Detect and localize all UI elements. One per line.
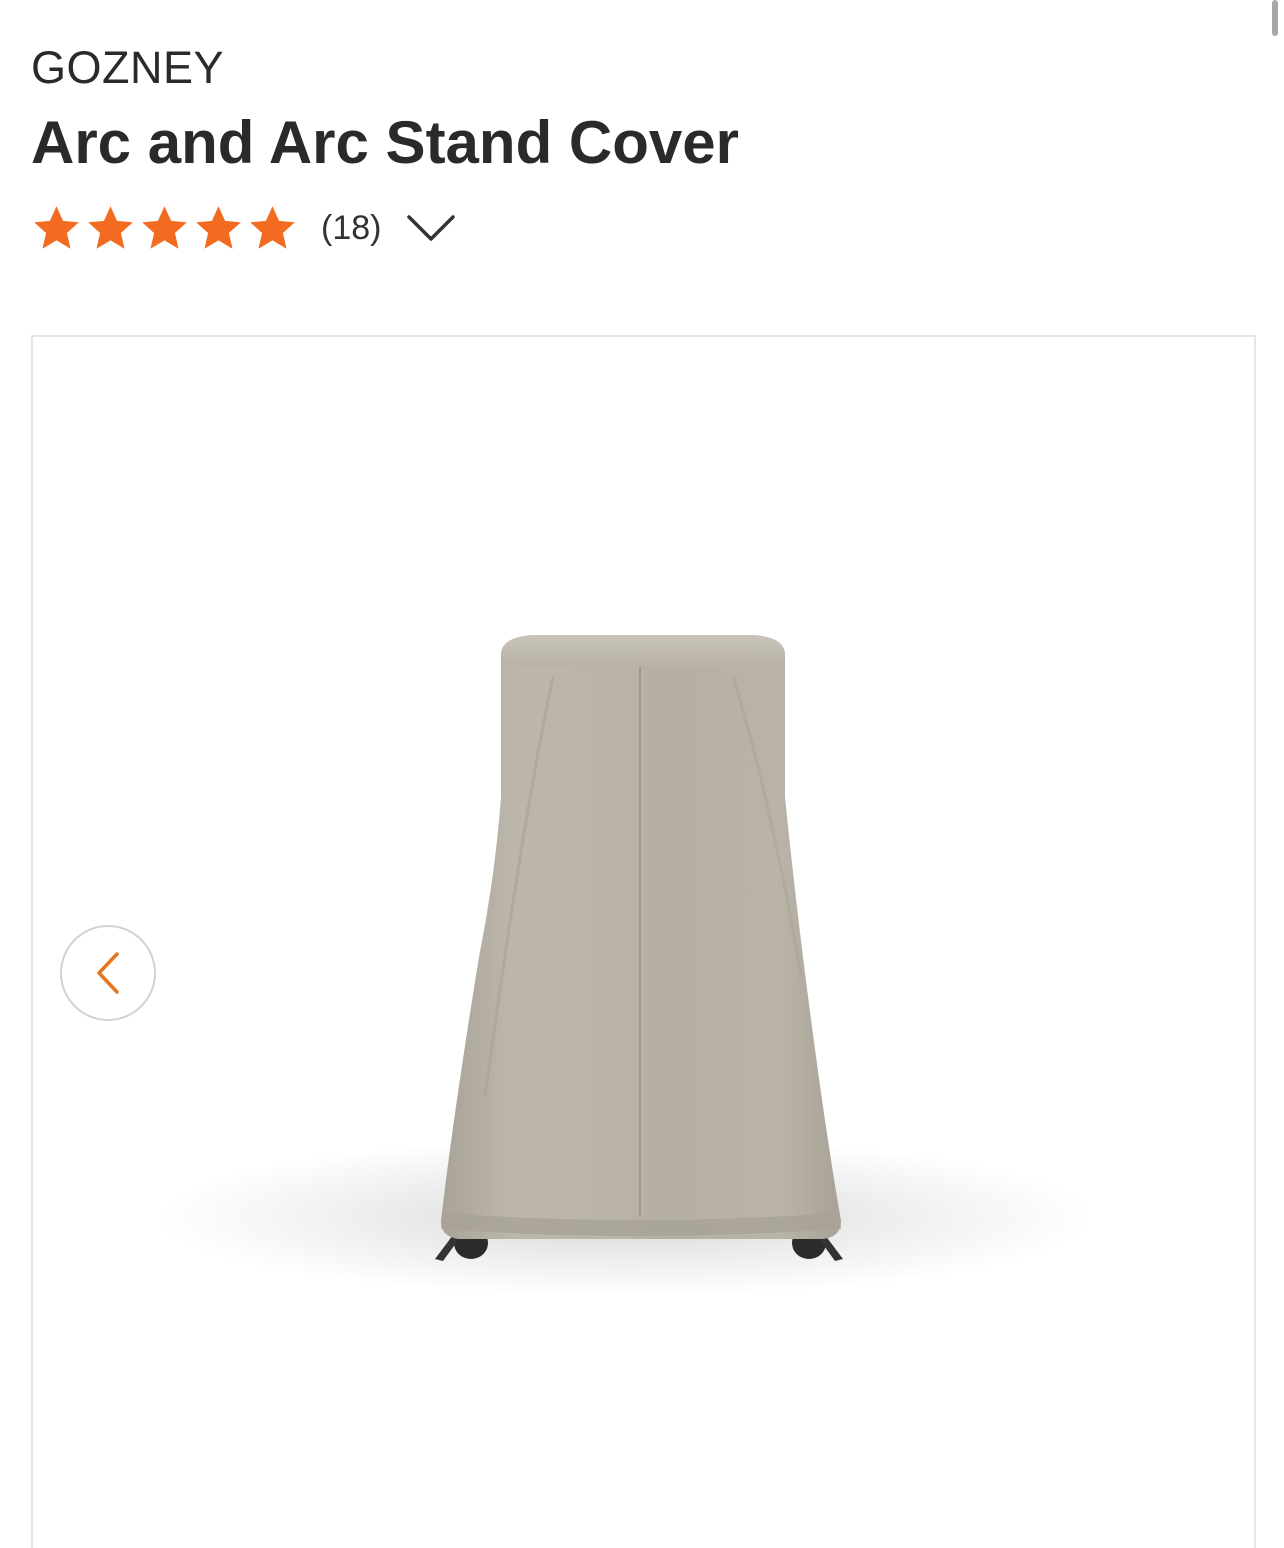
star-icon: [34, 205, 79, 249]
chevron-left-icon: [97, 952, 119, 994]
product-title: Arc and Arc Stand Cover: [31, 109, 739, 176]
rating-row: (18): [31, 200, 457, 256]
review-count[interactable]: (18): [321, 209, 381, 248]
product-page: GOZNEY Arc and Arc Stand Cover (18): [0, 0, 1284, 1548]
star-icon: [88, 205, 133, 249]
chevron-down-icon: [407, 215, 456, 241]
brand-name[interactable]: GOZNEY: [31, 42, 224, 94]
pizza-oven-cover-image: [156, 635, 1096, 1297]
star-icon: [250, 205, 295, 249]
star-icon: [142, 205, 187, 249]
star-icon: [196, 205, 241, 249]
reviews-expand-button[interactable]: [405, 210, 457, 246]
star-rating[interactable]: [31, 203, 298, 254]
gallery-prev-button[interactable]: [60, 925, 156, 1021]
product-image-gallery[interactable]: [31, 335, 1256, 1548]
scrollbar[interactable]: [1272, 0, 1278, 36]
